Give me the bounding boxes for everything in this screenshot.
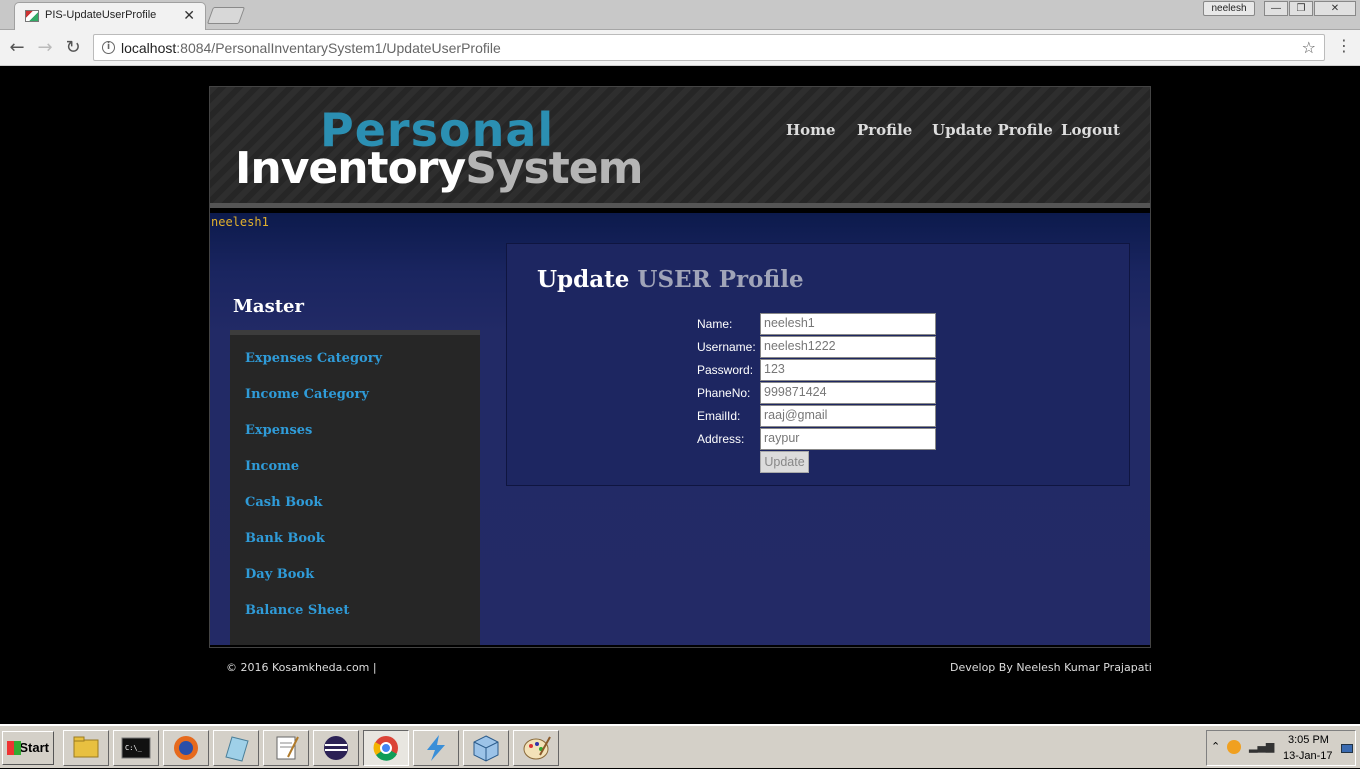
phone-label: PhaneNo: <box>697 386 751 400</box>
password-label: Password: <box>697 363 754 377</box>
page-viewport: Personal InventorySystem Home Profile Up… <box>0 67 1360 723</box>
clock-date[interactable]: 13-Jan-17 <box>1283 750 1333 762</box>
update-profile-panel: Update USER Profile Name: neelesh1 Usern… <box>506 243 1130 486</box>
eclipse-icon[interactable] <box>313 730 359 766</box>
minimize-button[interactable]: — <box>1264 1 1288 16</box>
nav-update-profile[interactable]: Update Profile <box>932 121 1053 139</box>
virtualbox-icon[interactable] <box>463 730 509 766</box>
address-bar[interactable]: i localhost:8084/PersonalInventarySystem… <box>93 34 1325 61</box>
browser-menu-icon[interactable]: ⋮ <box>1336 36 1352 55</box>
bookmark-star-icon[interactable]: ☆ <box>1302 38 1316 57</box>
wordpad-icon[interactable] <box>263 730 309 766</box>
sidebar-item-bank-book[interactable]: Bank Book <box>245 531 325 546</box>
favicon-icon <box>25 10 39 22</box>
sidebar-item-income[interactable]: Income <box>245 459 299 474</box>
footer-credit: Develop By Neelesh Kumar Prajapati <box>950 661 1152 674</box>
browser-toolbar: ← → ↻ i localhost:8084/PersonalInventary… <box>0 30 1360 66</box>
sidebar-item-cash-book[interactable]: Cash Book <box>245 495 322 510</box>
start-button[interactable]: Start <box>2 731 54 765</box>
address-label: Address: <box>697 432 745 446</box>
paint-icon[interactable] <box>513 730 559 766</box>
username-input[interactable]: neelesh1222 <box>760 336 936 358</box>
reload-icon[interactable]: ↻ <box>61 36 85 60</box>
sidebar-title: Master <box>233 296 304 317</box>
logo-inventory-system: InventorySystem <box>235 143 643 194</box>
url-text: localhost:8084/PersonalInventarySystem1/… <box>121 40 501 56</box>
nav-logout[interactable]: Logout <box>1061 121 1120 139</box>
logged-in-username: neelesh1 <box>211 215 269 229</box>
new-tab-button[interactable] <box>206 7 246 24</box>
cmd-icon[interactable]: C:\_ <box>113 730 159 766</box>
windows-logo-icon <box>7 741 21 755</box>
sidebar-item-balance-sheet[interactable]: Balance Sheet <box>245 603 349 618</box>
close-window-button[interactable]: ✕ <box>1314 1 1356 16</box>
phone-input[interactable]: 999871424 <box>760 382 936 404</box>
clock-time[interactable]: 3:05 PM <box>1288 734 1329 746</box>
nav-profile[interactable]: Profile <box>857 121 912 139</box>
main-content: neelesh1 Master Expenses Category Income… <box>210 213 1150 645</box>
password-input[interactable]: 123 <box>760 359 936 381</box>
panel-title: Update USER Profile <box>537 266 804 293</box>
nav-home[interactable]: Home <box>786 121 836 139</box>
browser-tab[interactable]: PIS-UpdateUserProfile ✕ <box>14 2 206 31</box>
email-label: EmailId: <box>697 409 741 423</box>
email-input[interactable]: raaj@gmail <box>760 405 936 427</box>
show-desktop-icon[interactable] <box>1341 744 1353 753</box>
flash-icon[interactable] <box>413 730 459 766</box>
tab-title: PIS-UpdateUserProfile <box>45 9 157 21</box>
back-icon[interactable]: ← <box>5 36 29 60</box>
forward-icon[interactable]: → <box>33 36 57 60</box>
username-label: Username: <box>697 340 756 354</box>
taskbar: Start C:\_ ⌃ ▂▄▆ 3:05 PM 13-Jan-17 <box>0 724 1360 768</box>
chrome-icon[interactable] <box>363 730 409 766</box>
info-icon[interactable]: i <box>102 41 115 54</box>
profile-chip[interactable]: neelesh <box>1203 1 1255 16</box>
show-hidden-icons-icon[interactable]: ⌃ <box>1211 740 1220 753</box>
sidebar-item-expenses-category[interactable]: Expenses Category <box>245 351 382 366</box>
sidebar-item-day-book[interactable]: Day Book <box>245 567 314 582</box>
sidebar: Expenses Category Income Category Expens… <box>230 330 480 645</box>
file-explorer-icon[interactable] <box>63 730 109 766</box>
svg-text:C:\_: C:\_ <box>125 744 143 752</box>
name-label: Name: <box>697 317 733 331</box>
site-container: Personal InventorySystem Home Profile Up… <box>209 86 1151 648</box>
footer-copyright: © 2016 Kosamkheda.com | <box>226 661 377 674</box>
sidebar-item-income-category[interactable]: Income Category <box>245 387 369 402</box>
site-header: Personal InventorySystem Home Profile Up… <box>210 87 1150 208</box>
network-signal-icon[interactable]: ▂▄▆ <box>1249 740 1274 753</box>
address-input[interactable]: raypur <box>760 428 936 450</box>
notepad-icon[interactable] <box>213 730 259 766</box>
browser-tabstrip: PIS-UpdateUserProfile ✕ neelesh — ❐ ✕ <box>0 0 1360 31</box>
avast-icon[interactable] <box>1227 740 1241 754</box>
system-tray: ⌃ ▂▄▆ <box>1206 730 1356 766</box>
sidebar-item-expenses[interactable]: Expenses <box>245 423 312 438</box>
close-tab-icon[interactable]: ✕ <box>183 7 195 24</box>
restore-button[interactable]: ❐ <box>1289 1 1313 16</box>
name-input[interactable]: neelesh1 <box>760 313 936 335</box>
firefox-icon[interactable] <box>163 730 209 766</box>
update-button[interactable]: Update <box>760 451 809 473</box>
